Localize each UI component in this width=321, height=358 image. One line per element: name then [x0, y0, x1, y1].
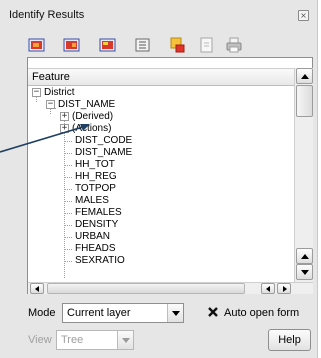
vertical-scrollbar[interactable]	[294, 68, 313, 282]
tree-item-district[interactable]: − District	[28, 87, 288, 99]
collapse-icon[interactable]: −	[46, 100, 55, 109]
expand-tree-icon[interactable]	[28, 36, 46, 54]
scroll-up-button[interactable]	[296, 68, 313, 84]
arrow-left-icon	[266, 286, 270, 292]
tree-item-field[interactable]: URBAN	[28, 231, 288, 243]
scroll-left-button-right[interactable]	[261, 283, 275, 294]
tree-item-field[interactable]: DIST_CODE	[28, 135, 288, 147]
tree-item-derived[interactable]: + (Derived)	[28, 111, 288, 123]
close-icon[interactable]: ×	[298, 10, 309, 21]
feature-column-header: Feature	[32, 71, 70, 83]
chevron-down-icon[interactable]	[117, 331, 133, 349]
tree-item-field[interactable]: SEXRATIO	[28, 255, 288, 267]
auto-open-label: Auto open form	[224, 307, 300, 319]
tree-item-field[interactable]: DIST_NAME	[28, 147, 288, 159]
expand-new-icon[interactable]	[99, 36, 117, 54]
vertical-scroll-thumb[interactable]	[296, 85, 313, 117]
scroll-down-button[interactable]	[296, 264, 313, 280]
tree-item-field[interactable]: HH_REG	[28, 171, 288, 183]
open-form-icon[interactable]	[134, 36, 152, 54]
tree-item-dist-name[interactable]: − DIST_NAME	[28, 99, 288, 111]
scroll-right-button[interactable]	[277, 283, 291, 294]
collapse-tree-icon[interactable]	[63, 36, 81, 54]
tree-item-field[interactable]: HH_TOT	[28, 159, 288, 171]
arrow-up-icon	[301, 74, 309, 79]
arrow-down-icon	[301, 270, 309, 275]
tree-item-field[interactable]: MALES	[28, 195, 288, 207]
collapse-icon[interactable]: −	[32, 88, 41, 97]
arrow-left-icon	[35, 286, 39, 292]
arrow-up-icon	[301, 254, 309, 259]
view-select-value: Tree	[61, 334, 84, 346]
view-label: View	[28, 334, 52, 346]
scroll-up-button-lower[interactable]	[296, 248, 313, 264]
tree-item-field[interactable]: TOTPOP	[28, 183, 288, 195]
view-select[interactable]: Tree	[56, 330, 134, 350]
horizontal-scroll-thumb[interactable]	[47, 283, 245, 294]
tree-item-field[interactable]: DENSITY	[28, 219, 288, 231]
scroll-left-button[interactable]	[30, 283, 44, 294]
tree-item-actions[interactable]: + (Actions)	[28, 123, 288, 135]
mode-select[interactable]: Current layer	[62, 303, 184, 323]
expand-icon[interactable]: +	[60, 124, 69, 133]
mode-label: Mode	[28, 307, 56, 319]
arrow-right-icon	[283, 286, 287, 292]
toolbar	[28, 36, 278, 56]
panel-title: Identify Results	[9, 9, 85, 21]
copy-feature-icon[interactable]	[198, 36, 216, 54]
horizontal-scrollbar[interactable]	[28, 282, 313, 294]
identify-results-panel: Identify Results × Feature − District − …	[0, 0, 318, 358]
highlight-feature-icon[interactable]	[168, 36, 186, 54]
auto-open-checkbox[interactable]	[207, 306, 219, 318]
print-icon[interactable]	[225, 36, 243, 54]
expand-icon[interactable]: +	[60, 112, 69, 121]
mode-select-value: Current layer	[67, 307, 131, 319]
panel-titlebar: Identify Results ×	[0, 0, 318, 28]
help-button[interactable]: Help	[268, 329, 311, 351]
tree-header[interactable]: Feature	[28, 68, 294, 86]
tree-item-field[interactable]: FHEADS	[28, 243, 288, 255]
chevron-down-icon[interactable]	[167, 304, 183, 322]
results-tree[interactable]: Feature − District − DIST_NAME + (Derive…	[27, 57, 313, 294]
tree-item-field[interactable]: FEMALES	[28, 207, 288, 219]
